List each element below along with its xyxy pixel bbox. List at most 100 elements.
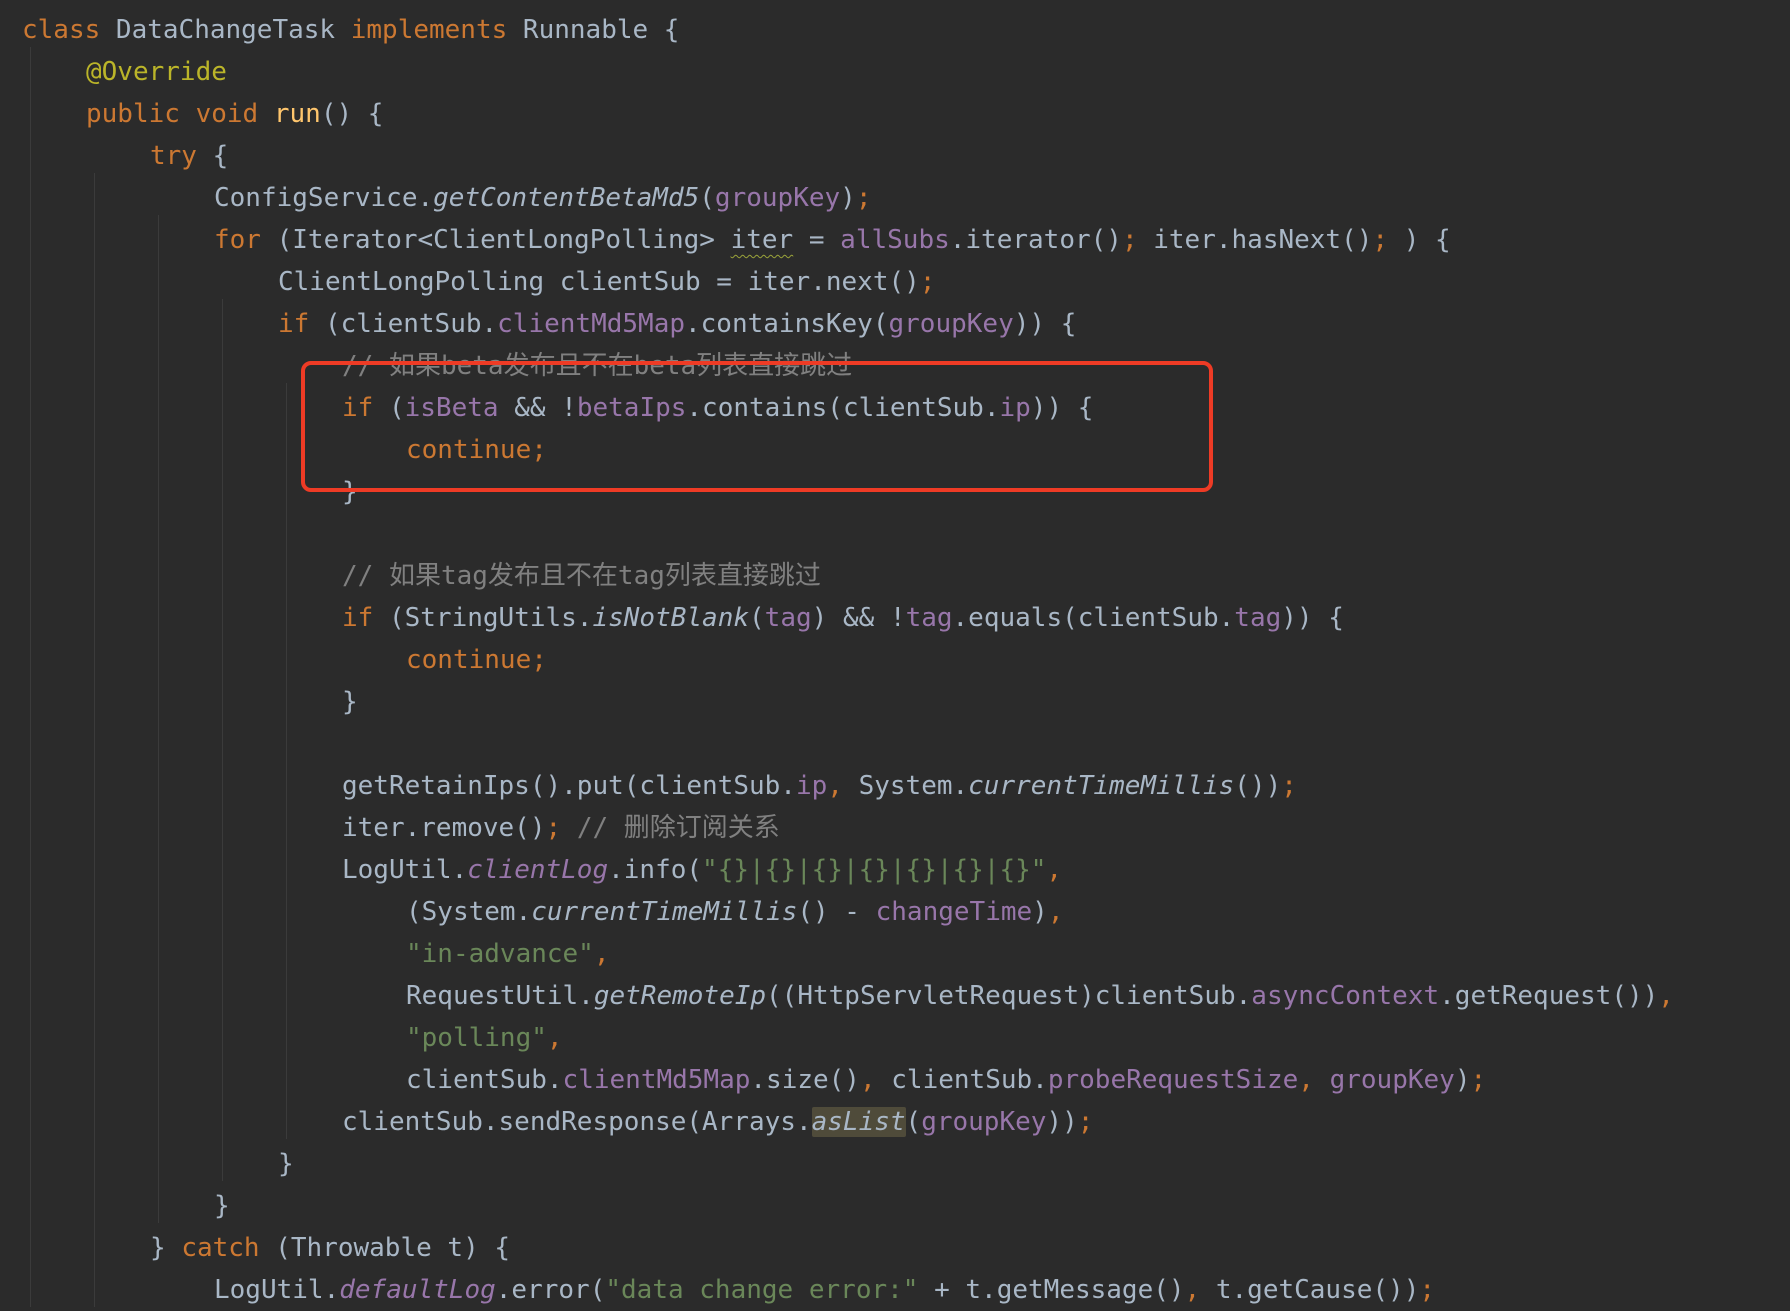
indent-guide	[222, 299, 223, 1181]
code-token: groupKey	[714, 183, 841, 213]
code-token: ,	[546, 1023, 563, 1053]
code-token: if	[342, 603, 389, 633]
code-line[interactable]: if (clientSub.clientMd5Map.containsKey(g…	[278, 303, 1076, 345]
code-line[interactable]: continue;	[406, 639, 547, 681]
code-token: ;	[1470, 1065, 1487, 1095]
code-token: .size()	[750, 1065, 860, 1095]
code-token: ,	[1658, 981, 1674, 1011]
code-token: clientMd5Map	[562, 1065, 751, 1095]
code-line[interactable]: clientSub.sendResponse(Arrays.asList(gro…	[342, 1101, 1093, 1143]
code-line[interactable]: for (Iterator<ClientLongPolling> iter = …	[214, 219, 1451, 261]
code-line[interactable]: }	[278, 1143, 294, 1185]
code-token: clientSub.sendResponse(Arrays.	[342, 1107, 812, 1137]
code-token: () -	[797, 897, 876, 927]
code-token: probeRequestSize	[1047, 1065, 1299, 1095]
code-token: groupKey	[1329, 1065, 1455, 1095]
code-token: getRemoteIp	[593, 981, 767, 1011]
code-token: (Throwable t) {	[275, 1233, 511, 1263]
code-line[interactable]: "in-advance",	[406, 933, 610, 975]
code-token: (System.	[406, 897, 532, 927]
code-token: clientMd5Map	[497, 309, 685, 339]
code-line[interactable]: class DataChangeTask implements Runnable…	[22, 9, 679, 51]
code-line[interactable]: getRetainIps().put(clientSub.ip, System.…	[342, 765, 1297, 807]
code-token: iter.hasNext()	[1153, 225, 1373, 255]
code-line[interactable]: @Override	[86, 51, 227, 93]
code-token: asList	[811, 1107, 906, 1137]
code-token: )	[1032, 897, 1048, 927]
code-token: (	[749, 603, 765, 633]
code-line[interactable]: LogUtil.clientLog.info("{}|{}|{}|{}|{}|{…	[342, 849, 1062, 891]
indent-guide	[30, 47, 31, 1307]
code-token: .containsKey(	[685, 309, 889, 339]
code-editor[interactable]: class DataChangeTask implements Runnable…	[0, 0, 1790, 1307]
code-token: ClientLongPolling clientSub = iter.next(…	[278, 267, 920, 297]
code-token: getContentBetaMd5	[433, 183, 700, 213]
code-token: run	[273, 99, 321, 129]
code-line[interactable]: try {	[150, 135, 228, 177]
code-token: "{}|{}|{}|{}|{}|{}|{}"	[702, 855, 1047, 885]
code-token: ((HttpServletRequest)clientSub.	[766, 981, 1252, 1011]
code-token: (	[699, 183, 715, 213]
code-token: (Iterator<ClientLongPolling>	[276, 225, 731, 255]
code-token: ) && !	[811, 603, 906, 633]
code-token: .equals(clientSub.	[952, 603, 1235, 633]
code-token: + t.getMessage()	[918, 1275, 1185, 1305]
code-token: getRetainIps().put(clientSub.	[342, 771, 796, 801]
code-token: }	[278, 1149, 294, 1179]
code-token: "data change error:"	[605, 1275, 919, 1305]
code-token: RequestUtil.	[406, 981, 594, 1011]
indent-guide	[94, 173, 95, 1307]
code-token: )) {	[1013, 309, 1077, 339]
code-token: ,	[827, 771, 859, 801]
code-token: if	[278, 309, 325, 339]
code-token: ())	[1234, 771, 1282, 801]
code-token: @Override	[86, 57, 227, 87]
code-line[interactable]: ClientLongPolling clientSub = iter.next(…	[278, 261, 935, 303]
code-token: ;	[919, 267, 936, 297]
code-line[interactable]: iter.remove(); // 删除订阅关系	[342, 807, 780, 849]
code-token: }	[342, 687, 358, 717]
code-token: tag	[1234, 603, 1282, 633]
code-token: ;	[545, 813, 577, 843]
highlight-callout-box	[301, 361, 1213, 492]
code-line[interactable]: ConfigService.getContentBetaMd5(groupKey…	[214, 177, 871, 219]
code-token: clientSub.	[891, 1065, 1048, 1095]
code-token: }	[214, 1191, 230, 1221]
code-token: LogUtil.	[342, 855, 468, 885]
code-token: groupKey	[921, 1107, 1047, 1137]
code-token: iter	[730, 225, 794, 255]
code-token: ,	[1046, 855, 1063, 885]
code-token: tag	[764, 603, 812, 633]
code-token: class	[22, 15, 116, 45]
code-token: currentTimeMillis	[531, 897, 798, 927]
code-token: DataChangeTask	[115, 15, 351, 45]
code-line[interactable]: // 如果tag发布且不在tag列表直接跳过	[342, 555, 821, 597]
code-token: // 删除订阅关系	[576, 813, 780, 843]
code-line[interactable]: }	[342, 681, 358, 723]
code-line[interactable]: }	[214, 1185, 230, 1227]
code-token: allSubs	[840, 225, 950, 255]
code-token: ConfigService.	[214, 183, 434, 213]
code-line[interactable]: clientSub.clientMd5Map.size(), clientSub…	[406, 1059, 1486, 1101]
code-token: for	[214, 225, 277, 255]
code-line[interactable]: } catch (Throwable t) {	[150, 1227, 510, 1269]
code-token: ip	[795, 771, 828, 801]
code-token: public	[86, 99, 196, 129]
code-token: ,	[1047, 897, 1064, 927]
code-token: LogUtil.	[214, 1275, 340, 1305]
code-line[interactable]: (System.currentTimeMillis() - changeTime…	[406, 891, 1063, 933]
code-line[interactable]: if (StringUtils.isNotBlank(tag) && !tag.…	[342, 597, 1344, 639]
code-token: ,	[1184, 1275, 1216, 1305]
code-token: clientSub.	[406, 1065, 563, 1095]
code-token: Runnable {	[522, 15, 680, 45]
code-token: t.getCause())	[1215, 1275, 1420, 1305]
code-token: ,	[593, 939, 610, 969]
code-token: .info(	[608, 855, 703, 885]
code-line[interactable]: LogUtil.defaultLog.error("data change er…	[214, 1269, 1435, 1311]
code-token: asyncContext	[1251, 981, 1440, 1011]
code-line[interactable]: RequestUtil.getRemoteIp((HttpServletRequ…	[406, 975, 1674, 1017]
code-line[interactable]: public void run() {	[86, 93, 383, 135]
code-token: )	[1454, 1065, 1471, 1095]
code-token: ,	[1298, 1065, 1330, 1095]
code-line[interactable]: "polling",	[406, 1017, 563, 1059]
